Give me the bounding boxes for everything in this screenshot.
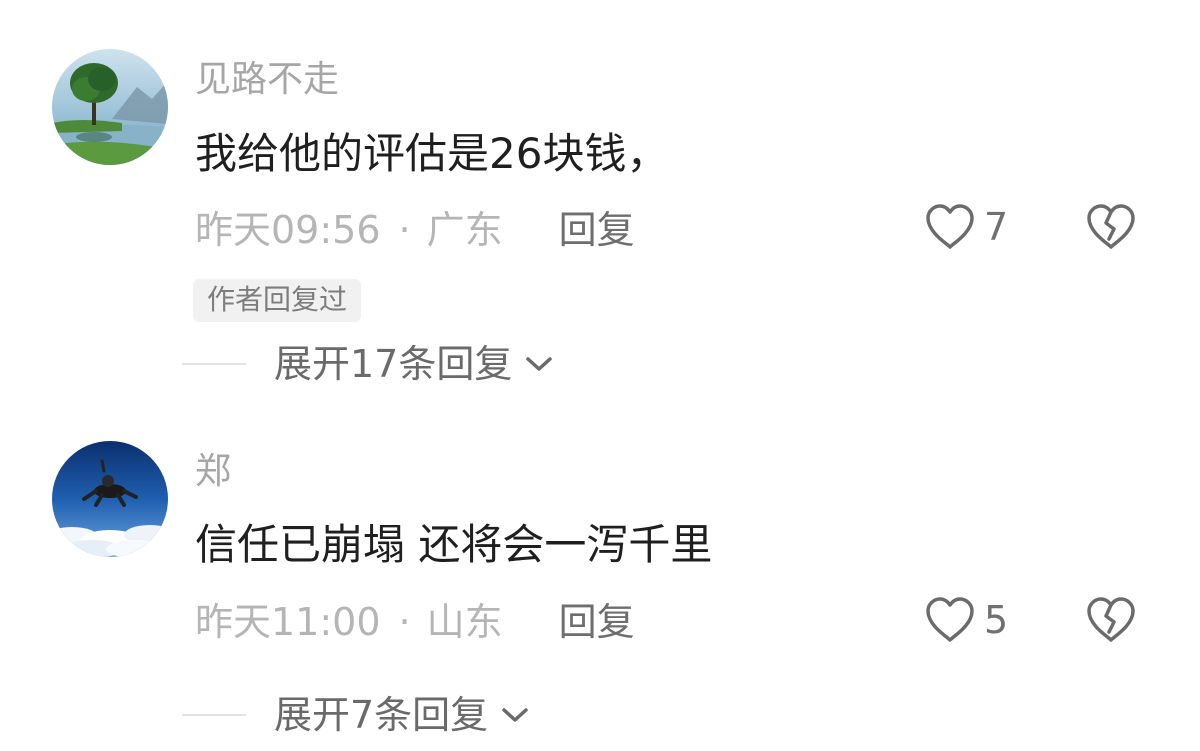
tree-lake-landscape-icon bbox=[52, 49, 168, 165]
comment-text: 信任已崩塌 还将会一泻千里 bbox=[195, 520, 713, 569]
chevron-down-icon bbox=[502, 708, 528, 722]
chevron-down-icon bbox=[526, 357, 553, 371]
comment-location: 山东 bbox=[426, 600, 503, 644]
username[interactable]: 见路不走 bbox=[195, 62, 339, 98]
expand-replies-button[interactable]: 展开17条回复 bbox=[182, 345, 554, 383]
divider-line bbox=[182, 363, 246, 365]
like-button[interactable]: 7 bbox=[924, 203, 1008, 251]
comment-meta: 昨天09:56 · 广东 回复 bbox=[195, 211, 635, 249]
broken-heart-icon bbox=[1087, 204, 1135, 249]
heart-icon bbox=[926, 204, 974, 249]
meta-separator: · bbox=[398, 600, 411, 644]
avatar[interactable] bbox=[52, 49, 168, 165]
reply-button[interactable]: 回复 bbox=[559, 603, 635, 641]
comment-meta: 昨天11:00 · 山东 回复 bbox=[195, 603, 635, 641]
comment-text: 我给他的评估是26块钱， bbox=[195, 129, 669, 178]
heart-icon bbox=[926, 597, 974, 642]
meta-separator: · bbox=[398, 208, 411, 252]
expand-replies-button[interactable]: 展开7条回复 bbox=[182, 696, 530, 734]
broken-heart-icon bbox=[1087, 597, 1135, 642]
username[interactable]: 郑 bbox=[195, 454, 231, 490]
like-count: 5 bbox=[984, 598, 1009, 642]
comment-time: 昨天09:56 bbox=[195, 208, 381, 252]
author-replied-badge: 作者回复过 bbox=[193, 279, 362, 322]
reply-button[interactable]: 回复 bbox=[559, 211, 635, 249]
expand-replies-label: 展开17条回复 bbox=[274, 342, 513, 386]
comment-time: 昨天11:00 bbox=[195, 600, 381, 644]
divider-line bbox=[182, 714, 246, 716]
dislike-button[interactable] bbox=[1085, 203, 1137, 255]
skydiver-sky-icon bbox=[52, 441, 168, 557]
comment-location: 广东 bbox=[426, 208, 503, 252]
dislike-button[interactable] bbox=[1085, 596, 1137, 648]
avatar[interactable] bbox=[52, 441, 168, 557]
like-button[interactable]: 5 bbox=[924, 596, 1008, 644]
expand-replies-label: 展开7条回复 bbox=[274, 693, 489, 737]
like-count: 7 bbox=[984, 205, 1009, 249]
